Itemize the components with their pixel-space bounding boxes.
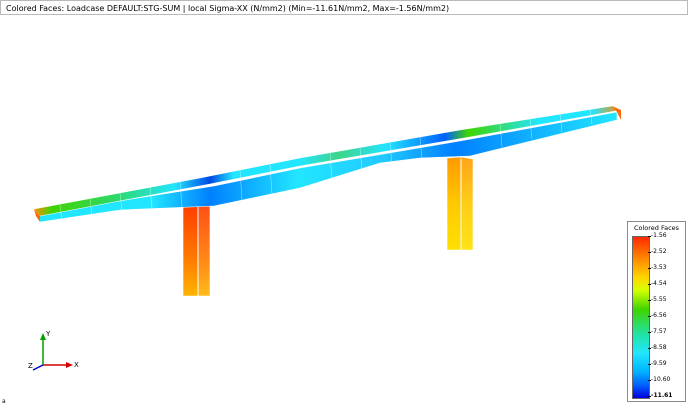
legend-title: Colored Faces	[633, 224, 680, 232]
legend-value-label: -6.56	[651, 312, 667, 319]
legend-value-label: -3.53	[651, 264, 667, 271]
color-legend: Colored Faces -1.56 -2.52 -3.53 -4.54 -5.55 -…	[627, 221, 686, 402]
view-title-bar: Colored Faces: Loadcase DEFAULT:STG-SUM …	[0, 0, 688, 15]
deck-side-face[interactable]	[35, 111, 618, 223]
y-axis-label: Y	[46, 330, 51, 338]
legend-value-label: -5.55	[651, 296, 667, 303]
axis-triad: Y X Z	[28, 330, 88, 380]
legend-value-label: -1.56	[651, 232, 667, 239]
3d-viewport[interactable]	[0, 16, 690, 405]
deck-top-face[interactable]	[33, 105, 622, 217]
legend-color-bar	[632, 236, 650, 399]
view-title: Colored Faces: Loadcase DEFAULT:STG-SUM …	[6, 4, 450, 13]
legend-value-label: -11.61	[651, 392, 673, 399]
legend-value-label: -9.59	[651, 360, 667, 367]
z-axis-label: Z	[28, 362, 33, 370]
x-axis-label: X	[74, 361, 79, 369]
x-axis-arrow-icon	[66, 362, 73, 368]
legend-value-label: -4.54	[651, 280, 667, 287]
legend-value-label: -2.52	[651, 248, 667, 255]
bridge-model[interactable]	[0, 16, 690, 405]
pier-right[interactable]	[446, 156, 474, 251]
corner-mark: a	[2, 398, 6, 405]
z-axis-line	[32, 364, 44, 371]
legend-value-label: -8.58	[651, 344, 667, 351]
legend-value-label: -10.60	[651, 376, 671, 383]
pier-left[interactable]	[182, 202, 211, 297]
legend-value-label: -7.57	[651, 328, 667, 335]
